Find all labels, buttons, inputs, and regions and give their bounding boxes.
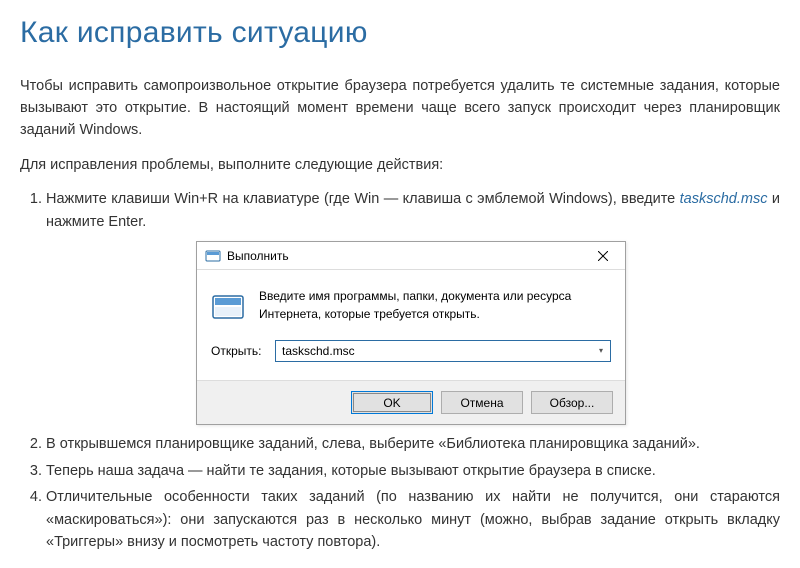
list-item: Нажмите клавиши Win+R на клавиатуре (где… [46, 188, 780, 425]
dialog-titlebar: Выполнить [197, 242, 625, 270]
run-dialog: Выполнить [196, 241, 626, 425]
lead-paragraph: Для исправления проблемы, выполните след… [20, 154, 780, 176]
browse-button[interactable]: Обзор... [531, 391, 613, 414]
button-row: OK Отмена Обзор... [197, 380, 625, 424]
open-combobox[interactable]: taskschd.msc ▾ [275, 340, 611, 362]
run-body-icon [211, 290, 245, 324]
page-title: Как исправить ситуацию [20, 10, 780, 57]
command-text: taskschd.msc [680, 191, 768, 207]
close-button[interactable] [581, 242, 625, 270]
intro-paragraph: Чтобы исправить самопроизвольное открыти… [20, 75, 780, 142]
chevron-down-icon[interactable]: ▾ [594, 345, 608, 357]
input-row: Открыть: taskschd.msc ▾ [197, 332, 625, 380]
dialog-title: Выполнить [227, 247, 581, 266]
open-label: Открыть: [211, 342, 265, 361]
close-icon [598, 251, 608, 261]
list-item: В открывшемся планировщике заданий, слев… [46, 433, 780, 455]
run-dialog-screenshot: Выполнить [196, 241, 626, 425]
list-item: Отличительные особенности таких заданий … [46, 486, 780, 553]
run-icon [205, 248, 221, 264]
list-item: Теперь наша задача — найти те задания, к… [46, 460, 780, 482]
open-input-value: taskschd.msc [282, 342, 594, 361]
dialog-body: Введите имя программы, папки, документа … [197, 270, 625, 332]
step-text: Нажмите клавиши Win+R на клавиатуре (где… [46, 191, 680, 207]
steps-list: Нажмите клавиши Win+R на клавиатуре (где… [20, 188, 780, 553]
cancel-button[interactable]: Отмена [441, 391, 523, 414]
dialog-prompt: Введите имя программы, папки, документа … [259, 288, 611, 324]
ok-button[interactable]: OK [351, 391, 433, 414]
